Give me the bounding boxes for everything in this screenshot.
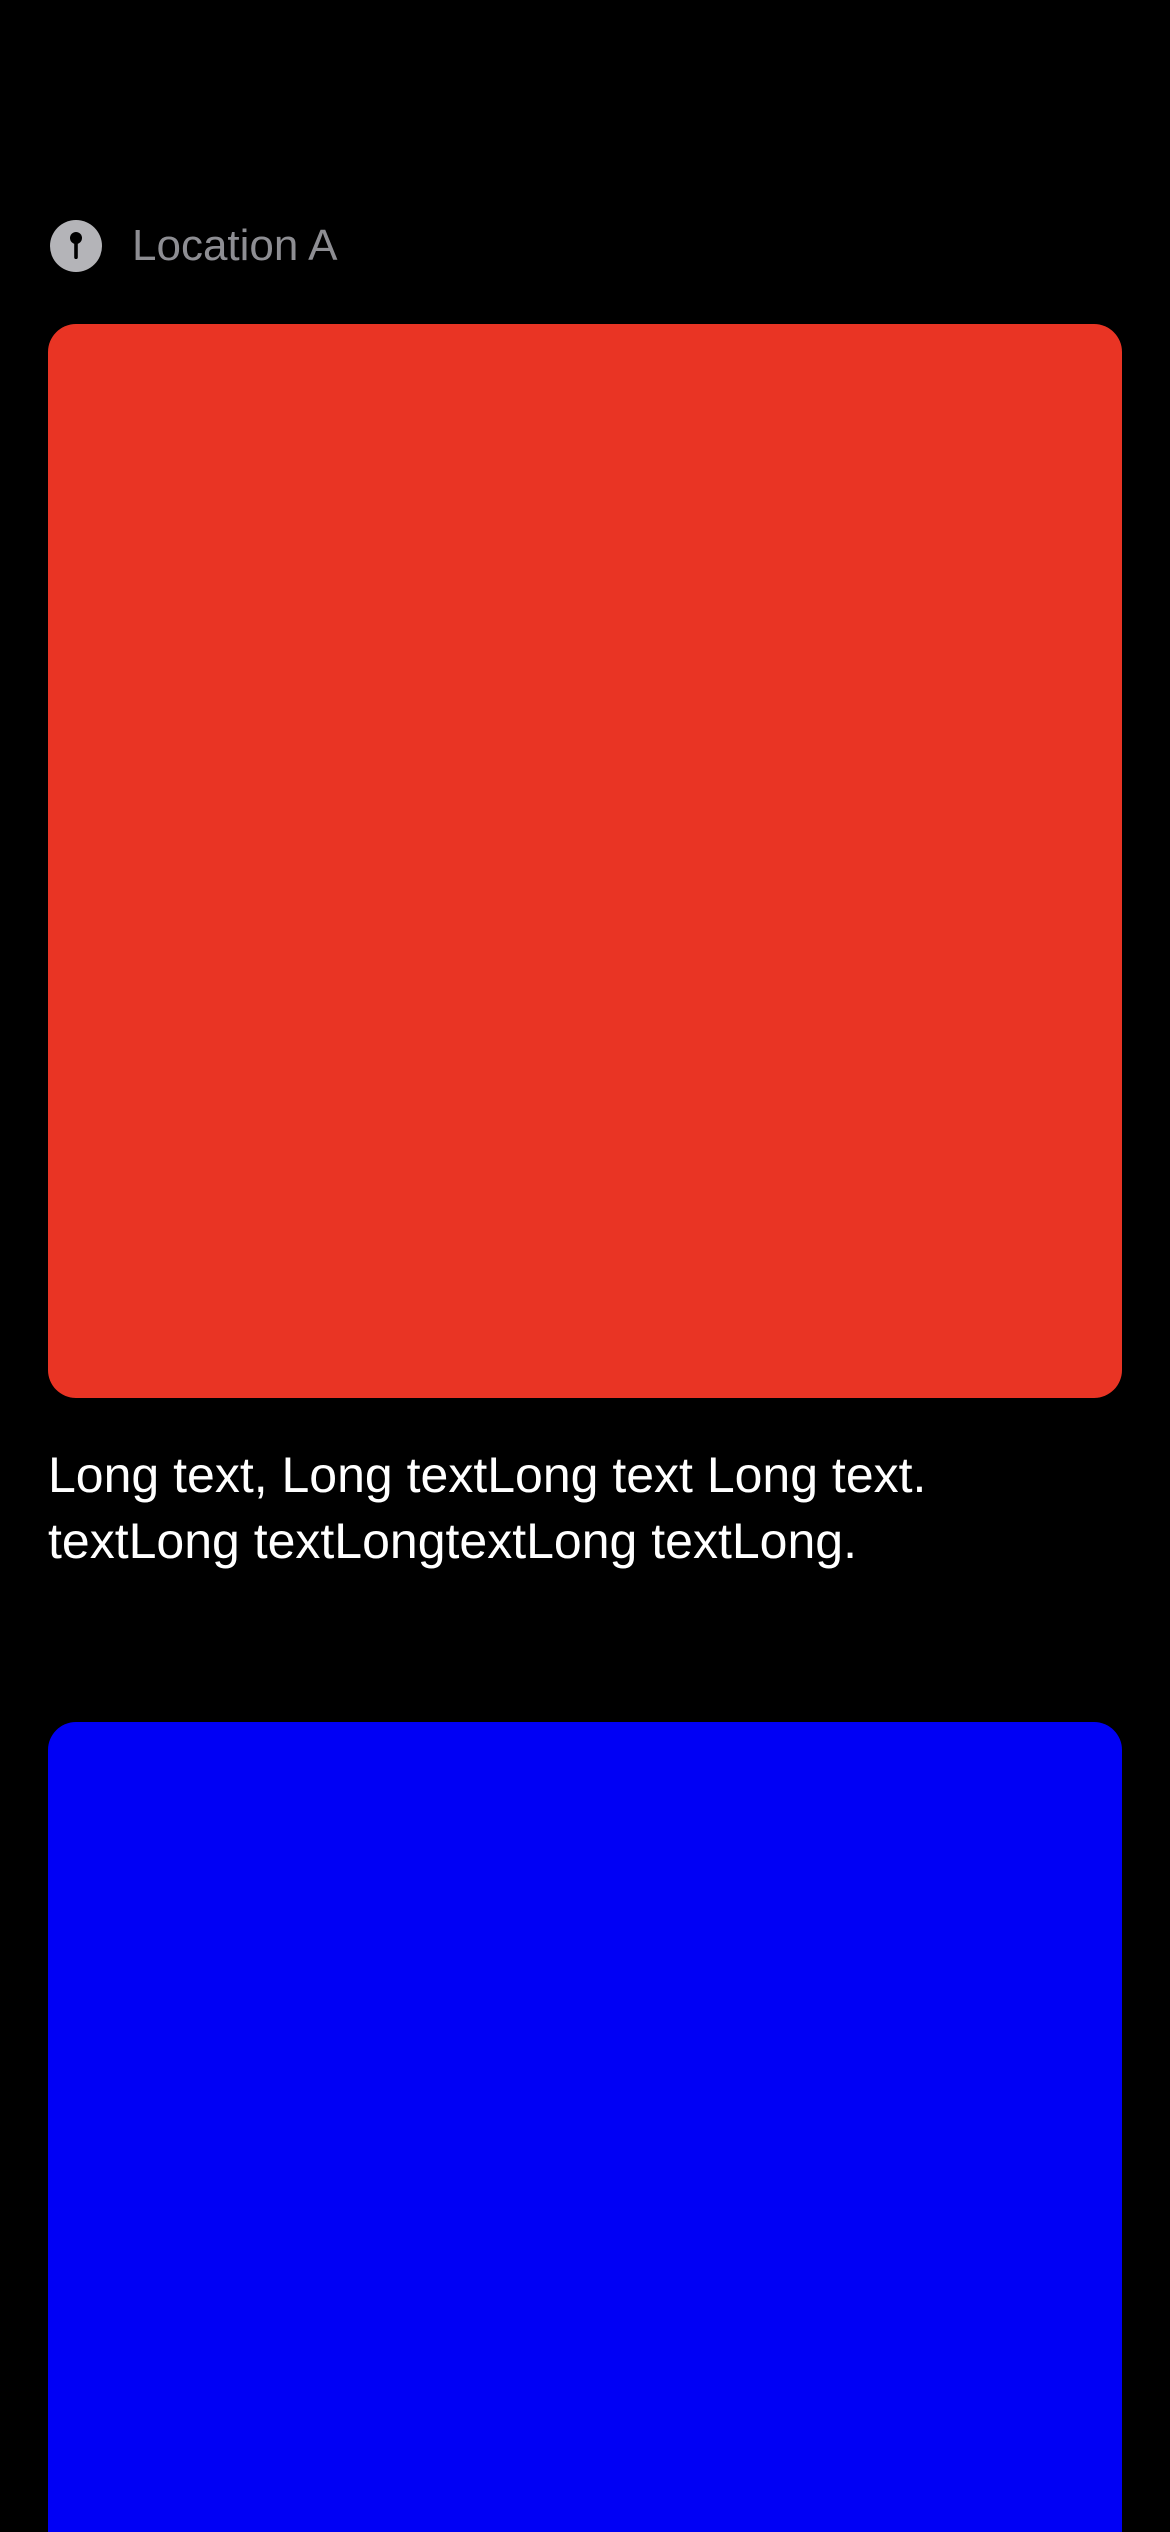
post-media-image[interactable] [48, 1722, 1122, 2532]
location-pin-icon [50, 220, 102, 272]
post-feed[interactable]: Location A Long text, Long textLong text… [0, 0, 1170, 2532]
location-tag[interactable]: Location A [48, 216, 338, 276]
post-caption: Long text, Long textLong text Long text.… [48, 1447, 927, 1569]
post-media-image[interactable] [48, 324, 1122, 1398]
location-label: Location A [132, 221, 338, 270]
